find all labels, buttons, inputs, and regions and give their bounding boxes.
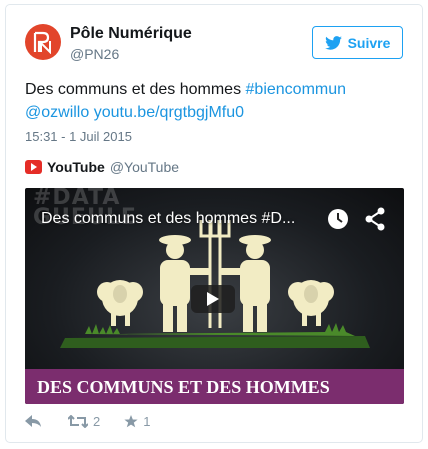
- follow-label: Suivre: [347, 34, 391, 51]
- play-button[interactable]: [191, 285, 235, 313]
- tweet-text: Des communs et des hommes #biencommun @o…: [25, 78, 410, 124]
- favorite-button[interactable]: 1: [124, 414, 150, 429]
- attribution-source[interactable]: YouTube: [47, 159, 105, 175]
- video-thumbnail-illustration: [60, 220, 370, 348]
- clock-icon[interactable]: [327, 208, 349, 230]
- tweet-body: Des communs et des hommes: [25, 81, 246, 98]
- pole-numerique-logo-icon: [33, 31, 51, 54]
- hashtag-link[interactable]: #biencommun: [246, 81, 347, 98]
- play-icon: [207, 292, 219, 306]
- share-icon[interactable]: [364, 207, 386, 231]
- retweet-button[interactable]: 2: [68, 414, 100, 429]
- tweet-actions: 2 1: [25, 414, 150, 429]
- tweet-card: Pôle Numérique @PN26 Suivre Des communs …: [5, 4, 423, 443]
- youtube-logo-icon: [25, 160, 42, 174]
- retweet-count: 2: [93, 414, 101, 429]
- video-banner: DES COMMUNS ET DES HOMMES: [25, 369, 404, 404]
- twitter-bird-icon: [324, 35, 342, 50]
- reply-button[interactable]: [25, 415, 42, 428]
- attribution-handle[interactable]: @YouTube: [110, 159, 179, 175]
- video-attribution[interactable]: YouTube @YouTube: [25, 159, 179, 175]
- author-handle[interactable]: @PN26: [70, 46, 119, 62]
- video-player[interactable]: #DATA GUEULE Des communs et des hommes #…: [25, 188, 404, 404]
- video-title[interactable]: Des communs et des hommes #D...: [41, 210, 311, 228]
- favorite-count: 1: [143, 414, 151, 429]
- star-icon: [124, 415, 138, 428]
- follow-button[interactable]: Suivre: [312, 26, 403, 59]
- retweet-icon: [68, 415, 88, 428]
- avatar[interactable]: [25, 24, 61, 60]
- author-name[interactable]: Pôle Numérique: [70, 25, 192, 43]
- mention-link[interactable]: @ozwillo: [25, 104, 89, 121]
- timestamp[interactable]: 15:31 - 1 Juil 2015: [25, 129, 132, 144]
- reply-icon: [25, 415, 41, 427]
- video-link[interactable]: youtu.be/qrgtbgjMfu0: [94, 104, 244, 121]
